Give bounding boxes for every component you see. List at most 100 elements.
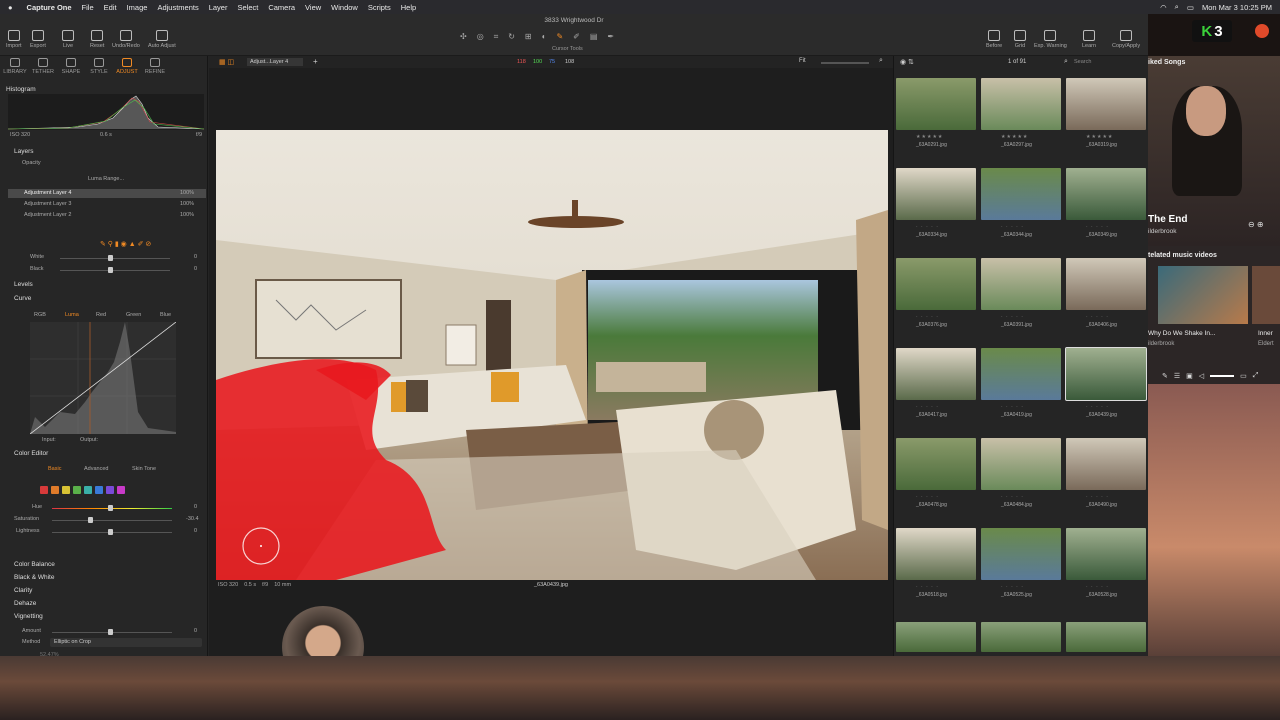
vignette-amount-knob[interactable] — [108, 629, 113, 635]
auto-adjust-button[interactable]: Auto Adjust — [148, 30, 176, 49]
thumbnail-_63A0490[interactable] — [1066, 438, 1146, 490]
layer-toggle-icon[interactable]: ▦ ◫ — [219, 58, 234, 66]
rating-stars[interactable]: ★★★★★ — [1001, 134, 1081, 140]
add-layer-icon[interactable]: + — [313, 57, 318, 66]
saturation-slider-knob[interactable] — [88, 517, 93, 523]
black-slider-knob[interactable] — [108, 267, 113, 273]
color-swatch-3[interactable] — [73, 486, 81, 494]
rating-stars[interactable]: · · · · · — [916, 314, 996, 320]
menu-help[interactable]: Help — [401, 3, 416, 12]
layers-title[interactable]: Layers — [14, 148, 34, 155]
curve-tab-luma[interactable]: Luma — [65, 312, 79, 318]
rating-stars[interactable]: · · · · · — [916, 404, 996, 410]
export-button[interactable]: Export — [30, 30, 46, 49]
queue-icon[interactable]: ☰ — [1174, 372, 1180, 380]
thumbnail-_63A0344[interactable] — [981, 168, 1061, 220]
menu-edit[interactable]: Edit — [104, 3, 117, 12]
layer-3-name[interactable]: Adjustment Layer 3 — [24, 201, 71, 207]
keystone-tool-icon[interactable]: ⊞ — [525, 32, 532, 42]
thumbnail-_63A0391[interactable] — [981, 258, 1061, 310]
lightness-slider-knob[interactable] — [108, 529, 113, 535]
curve-tab-blue[interactable]: Blue — [160, 312, 171, 318]
color-swatch-0[interactable] — [40, 486, 48, 494]
related-video-2-title[interactable]: Inner — [1258, 330, 1273, 337]
music-more-icon[interactable]: ⊖ ⊕ — [1248, 220, 1264, 229]
tab-style[interactable]: STYLE — [86, 58, 112, 75]
fit-button[interactable]: Fit — [799, 58, 806, 64]
eraser-tool-icon[interactable]: ✐ — [573, 32, 580, 42]
thumbnail-_63A0291[interactable] — [896, 78, 976, 130]
reset-button[interactable]: Reset — [90, 30, 104, 49]
wifi-icon[interactable]: ◠ — [1160, 3, 1167, 12]
thumbnail-_63A0439[interactable] — [1065, 347, 1147, 401]
color-swatch-1[interactable] — [51, 486, 59, 494]
rating-stars[interactable]: · · · · · — [1001, 494, 1081, 500]
grid-button[interactable]: Grid — [1014, 30, 1026, 49]
record-icon[interactable] — [1255, 24, 1269, 38]
layer-2-name[interactable]: Adjustment Layer 2 — [24, 212, 71, 218]
thumbnail-_63A0334[interactable] — [896, 168, 976, 220]
rating-stars[interactable]: · · · · · — [1001, 224, 1081, 230]
tool-vignetting[interactable]: Vignetting — [14, 613, 43, 620]
rating-stars[interactable]: · · · · · — [1001, 584, 1081, 590]
exp-warning-button[interactable]: Exp. Warning — [1034, 30, 1067, 49]
app-menu[interactable]: Capture One — [27, 3, 72, 12]
menu-image[interactable]: Image — [127, 3, 148, 12]
thumbnail-_63A0525[interactable] — [981, 528, 1061, 580]
layer-4-name[interactable]: Adjustment Layer 4 — [24, 190, 71, 196]
control-center-icon[interactable]: ▭ — [1187, 3, 1194, 12]
histogram-title[interactable]: Histogram — [6, 86, 36, 93]
levels-title[interactable]: Levels — [14, 281, 33, 288]
tab-adjust[interactable]: ADJUST — [114, 58, 140, 75]
apple-icon[interactable]: ● — [8, 3, 13, 12]
menu-adjustments[interactable]: Adjustments — [157, 3, 198, 12]
white-slider-knob[interactable] — [108, 255, 113, 261]
thumbnail-_63A0406[interactable] — [1066, 258, 1146, 310]
devices-icon[interactable]: ▣ — [1186, 372, 1193, 380]
tool-color-balance[interactable]: Color Balance — [14, 561, 55, 568]
tab-refine[interactable]: REFINE — [142, 58, 168, 75]
crop-tool-icon[interactable]: ⌗ — [494, 32, 499, 42]
thumbnail-_63A0484[interactable] — [981, 438, 1061, 490]
curve-graph[interactable] — [30, 322, 176, 434]
menu-layer[interactable]: Layer — [209, 3, 228, 12]
curve-tab-rgb[interactable]: RGB — [34, 312, 46, 318]
thumbnail-_63A0478[interactable] — [896, 438, 976, 490]
color-editor-tab-advanced[interactable]: Advanced — [84, 466, 108, 472]
layer-select-dropdown[interactable]: Adjust...Layer 4 — [247, 58, 303, 66]
white-value[interactable]: 0 — [194, 254, 197, 260]
color-swatch-5[interactable] — [95, 486, 103, 494]
luma-range-button[interactable]: Luma Range... — [88, 176, 124, 182]
thumbnail-_63A0417[interactable] — [896, 348, 976, 400]
miniplayer-icon[interactable]: ▭ — [1240, 372, 1247, 380]
color-editor-tab-basic[interactable]: Basic — [48, 466, 61, 472]
rating-stars[interactable]: · · · · · — [916, 494, 996, 500]
tab-library[interactable]: LIBRARY — [2, 58, 28, 75]
menu-camera[interactable]: Camera — [268, 3, 295, 12]
menu-select[interactable]: Select — [237, 3, 258, 12]
color-swatch-4[interactable] — [84, 486, 92, 494]
zoom-slider[interactable] — [821, 62, 869, 64]
import-button[interactable]: Import — [6, 30, 22, 49]
tab-tether[interactable]: TETHER — [30, 58, 56, 75]
tool-black-white[interactable]: Black & White — [14, 574, 54, 581]
spot-tool-icon[interactable]: ◐ — [542, 32, 547, 42]
picker-tool-icon[interactable]: ✒ — [607, 32, 614, 42]
curve-tab-green[interactable]: Green — [126, 312, 141, 318]
menu-scripts[interactable]: Scripts — [368, 3, 391, 12]
thumbnail-partial[interactable] — [981, 622, 1061, 652]
color-editor-title[interactable]: Color Editor — [14, 450, 48, 457]
related-video-thumb-2[interactable] — [1252, 266, 1280, 324]
volume-icon[interactable]: ◁ — [1199, 372, 1204, 380]
thumbnail-partial[interactable] — [1066, 622, 1146, 652]
black-slider-track[interactable] — [60, 270, 170, 271]
curve-tab-red[interactable]: Red — [96, 312, 106, 318]
vignette-amount-value[interactable]: 0 — [194, 628, 197, 634]
menu-file[interactable]: File — [82, 3, 94, 12]
vignette-method-select[interactable]: Elliptic on Crop — [50, 638, 202, 647]
gradient-tool-icon[interactable]: ▤ — [590, 32, 598, 42]
layer-brush-icon[interactable]: ✎ ⚲ ▮ ◉ ▲ ✐ ⊘ — [100, 240, 151, 248]
saturation-value[interactable]: -30.4 — [186, 516, 199, 522]
main-photo[interactable] — [216, 130, 888, 580]
browser-search-input[interactable]: Search — [1074, 59, 1136, 67]
